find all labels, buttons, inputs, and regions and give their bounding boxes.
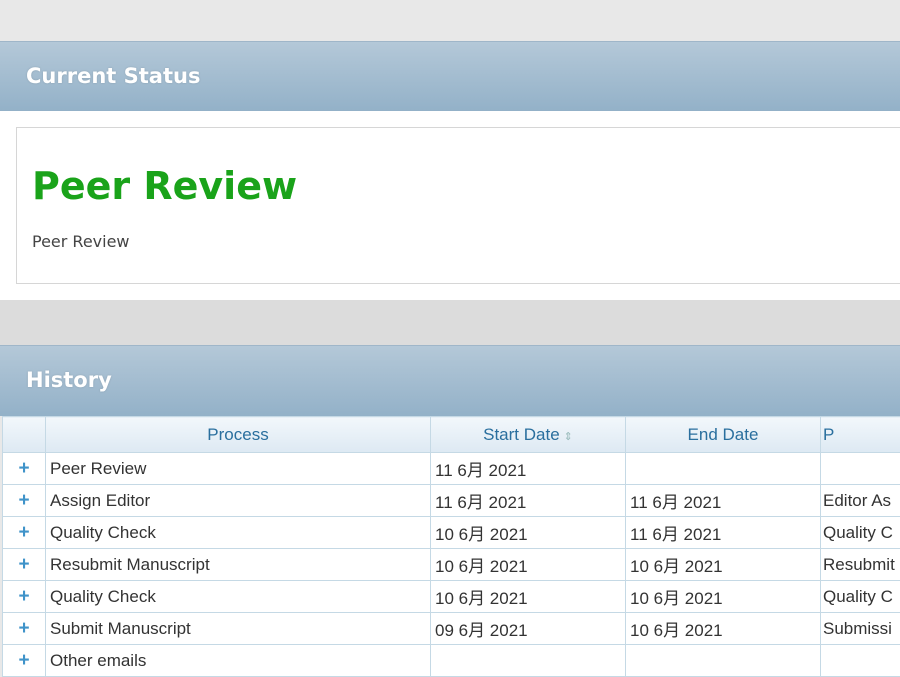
extra-cell	[821, 453, 900, 485]
end-date-cell: 11 6月 2021	[626, 517, 821, 549]
start-date-cell: 11 6月 2021	[431, 453, 626, 485]
table-row: +Peer Review11 6月 2021	[3, 453, 900, 485]
expand-icon[interactable]: +	[3, 581, 46, 613]
column-header-process[interactable]: Process	[46, 417, 431, 453]
process-cell: Quality Check	[46, 517, 431, 549]
status-heading: Peer Review	[32, 164, 297, 208]
status-box: Peer Review Peer Review	[16, 127, 900, 284]
start-date-cell: 10 6月 2021	[431, 549, 626, 581]
process-cell: Other emails	[46, 645, 431, 677]
status-description: Peer Review	[32, 232, 130, 251]
process-cell: Assign Editor	[46, 485, 431, 517]
sort-icon[interactable]: ⇕	[564, 431, 573, 443]
expand-icon[interactable]: +	[3, 485, 46, 517]
expand-column-header	[3, 417, 46, 453]
table-row: +Other emails	[3, 645, 900, 677]
start-date-label: Start Date	[483, 425, 560, 444]
start-date-cell: 10 6月 2021	[431, 517, 626, 549]
end-date-cell: 10 6月 2021	[626, 581, 821, 613]
column-header-end-date[interactable]: End Date	[626, 417, 821, 453]
start-date-cell	[431, 645, 626, 677]
start-date-cell: 11 6月 2021	[431, 485, 626, 517]
start-date-cell: 10 6月 2021	[431, 581, 626, 613]
expand-icon[interactable]: +	[3, 613, 46, 645]
expand-icon[interactable]: +	[3, 549, 46, 581]
history-title: History	[26, 368, 112, 392]
history-header: History	[0, 345, 900, 416]
extra-cell: Quality C	[821, 581, 900, 613]
end-date-cell	[626, 645, 821, 677]
table-row: +Assign Editor11 6月 202111 6月 2021Editor…	[3, 485, 900, 517]
table-row: +Resubmit Manuscript10 6月 202110 6月 2021…	[3, 549, 900, 581]
current-status-header: Current Status	[0, 41, 900, 111]
end-date-cell	[626, 453, 821, 485]
column-header-extra[interactable]: P	[821, 417, 900, 453]
end-date-cell: 10 6月 2021	[626, 549, 821, 581]
extra-cell: Submissi	[821, 613, 900, 645]
end-date-cell: 10 6月 2021	[626, 613, 821, 645]
history-table: Process Start Date⇕ End Date P +Peer Rev…	[2, 416, 900, 677]
extra-cell: Quality C	[821, 517, 900, 549]
process-cell: Quality Check	[46, 581, 431, 613]
table-row: +Quality Check10 6月 202111 6月 2021Qualit…	[3, 517, 900, 549]
end-date-cell: 11 6月 2021	[626, 485, 821, 517]
extra-cell: Editor As	[821, 485, 900, 517]
process-cell: Peer Review	[46, 453, 431, 485]
process-cell: Submit Manuscript	[46, 613, 431, 645]
start-date-cell: 09 6月 2021	[431, 613, 626, 645]
extra-cell	[821, 645, 900, 677]
expand-icon[interactable]: +	[3, 645, 46, 677]
table-row: +Quality Check10 6月 202110 6月 2021Qualit…	[3, 581, 900, 613]
extra-cell: Resubmit	[821, 549, 900, 581]
column-header-start-date[interactable]: Start Date ⇕	[431, 417, 626, 453]
process-cell: Resubmit Manuscript	[46, 549, 431, 581]
current-status-title: Current Status	[26, 64, 200, 88]
section-divider	[0, 300, 900, 345]
expand-icon[interactable]: +	[3, 517, 46, 549]
table-row: +Submit Manuscript09 6月 202110 6月 2021Su…	[3, 613, 900, 645]
expand-icon[interactable]: +	[3, 453, 46, 485]
current-status-panel: Peer Review Peer Review	[0, 111, 900, 300]
